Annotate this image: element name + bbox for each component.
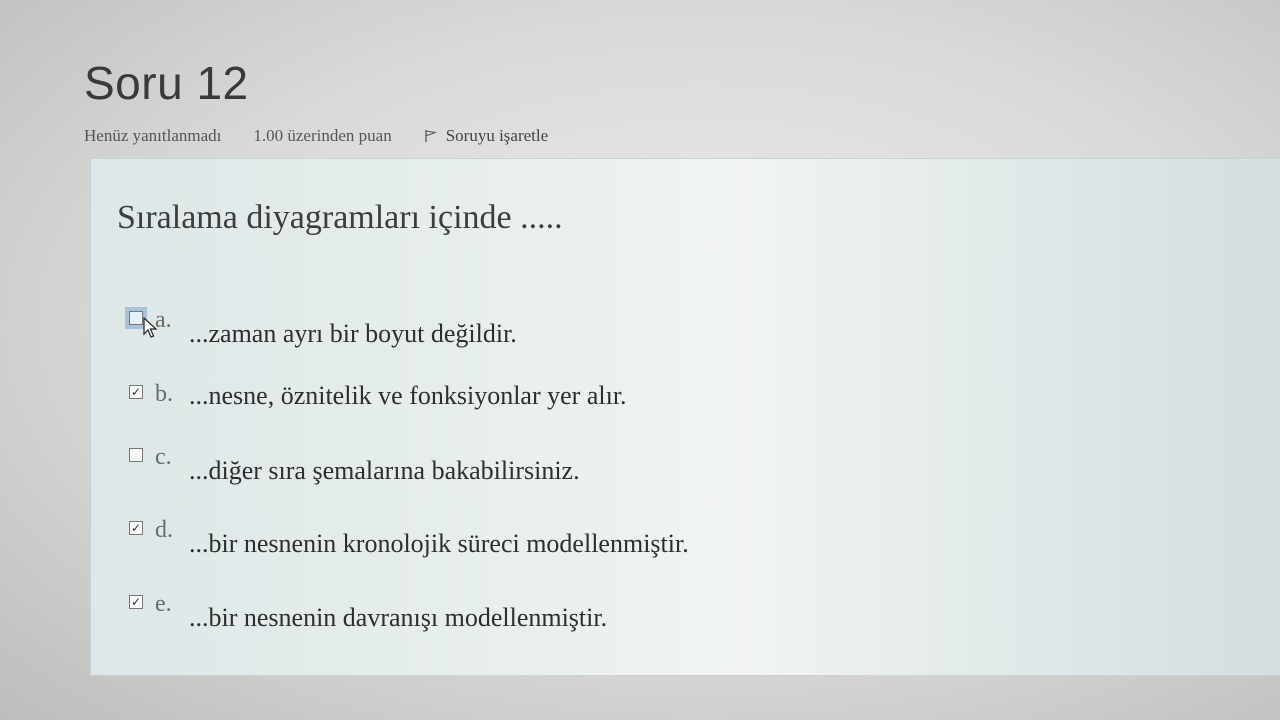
answer-letter: a.	[155, 307, 172, 333]
question-title: Soru 12	[84, 57, 249, 109]
flag-question-label: Soruyu işaretle	[445, 126, 549, 145]
answer-text: ...bir nesnenin kronolojik süreci modell…	[189, 529, 689, 558]
answer-option-c[interactable]: c. ...diğer sıra şemalarına bakabilirsin…	[129, 444, 580, 486]
question-points: 1.00 üzerinden puan	[253, 126, 392, 145]
question-status: Henüz yanıtlanmadı	[84, 126, 222, 145]
answer-text: ...diğer sıra şemalarına bakabilirsiniz.	[189, 456, 580, 485]
answer-checkbox-a[interactable]	[125, 307, 147, 329]
mouse-pointer-icon	[143, 317, 158, 338]
flag-question-link[interactable]: Soruyu işaretle	[424, 126, 548, 146]
answer-letter: d.	[155, 517, 173, 543]
answer-checkbox-b[interactable]: ✓	[129, 385, 143, 399]
answer-checkbox-d[interactable]: ✓	[129, 521, 143, 535]
answer-letter: c.	[155, 444, 172, 470]
answer-text: ...nesne, öznitelik ve fonksiyonlar yer …	[189, 381, 627, 410]
answer-text: ...zaman ayrı bir boyut değildir.	[189, 319, 517, 348]
question-text: Sıralama diyagramları içinde .....	[117, 199, 563, 236]
answer-letter: b.	[155, 381, 173, 407]
answer-option-e[interactable]: ✓ e. ...bir nesnenin davranışı modellenm…	[129, 591, 607, 633]
answer-option-b[interactable]: ✓ b. ...nesne, öznitelik ve fonksiyonlar…	[129, 381, 627, 411]
answer-checkbox-e[interactable]: ✓	[129, 595, 143, 609]
question-info: Henüz yanıtlanmadı 1.00 üzerinden puan S…	[84, 126, 548, 146]
answer-checkbox-c[interactable]	[129, 448, 143, 462]
answer-text: ...bir nesnenin davranışı modellenmiştir…	[189, 603, 608, 632]
answer-letter: e.	[155, 591, 172, 617]
flag-icon	[425, 130, 437, 142]
question-content-panel: Sıralama diyagramları içinde ..... a. ..…	[90, 158, 1280, 676]
answer-option-a[interactable]: a. ...zaman ayrı bir boyut değildir.	[125, 307, 517, 349]
answer-option-d[interactable]: ✓ d. ...bir nesnenin kronolojik süreci m…	[129, 517, 689, 559]
